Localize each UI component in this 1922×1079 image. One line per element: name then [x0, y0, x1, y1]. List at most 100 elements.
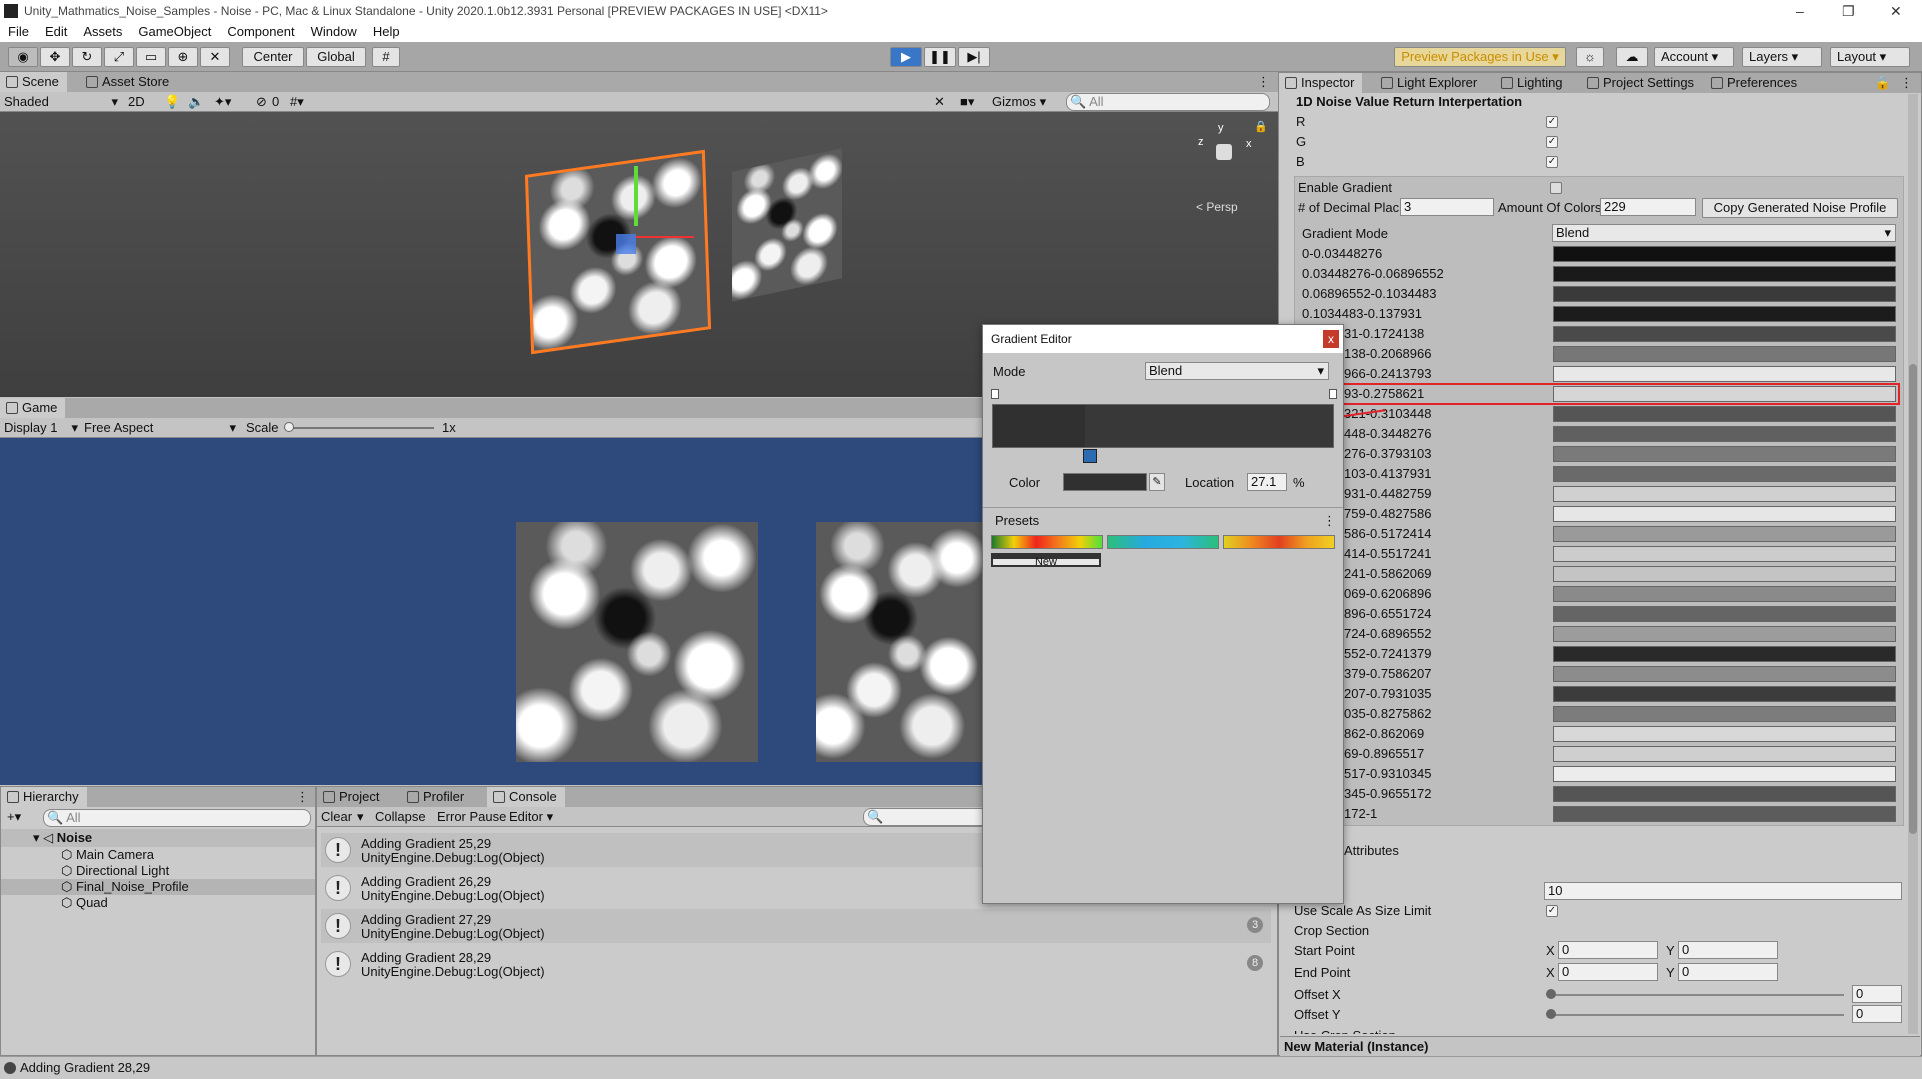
scale-field[interactable]: 10 [1544, 882, 1902, 900]
new-preset-button[interactable]: New [991, 553, 1101, 568]
inspector-menu-icon[interactable]: ⋮ [1900, 73, 1913, 93]
pause-button[interactable]: ❚❚ [924, 47, 956, 67]
tools-icon[interactable]: ✕ [934, 92, 945, 112]
enable-gradient-checkbox[interactable] [1550, 182, 1562, 194]
tab-preferences[interactable]: Preferences [1705, 73, 1805, 93]
layout-dropdown[interactable]: Layout ▾ [1830, 47, 1910, 67]
alpha-key-right[interactable] [1329, 389, 1337, 399]
effects-toggle-icon[interactable]: ✦▾ [214, 92, 231, 112]
add-object-button[interactable]: +▾ [7, 809, 21, 825]
gradient-range-swatch[interactable] [1553, 306, 1896, 322]
tab-hierarchy[interactable]: Hierarchy [1, 787, 87, 807]
gradient-range-swatch[interactable] [1553, 766, 1896, 782]
console-entry[interactable]: ! Adding Gradient 27,29 UnityEngine.Debug:… [321, 909, 1271, 943]
pivot-center-button[interactable]: Center [242, 47, 304, 67]
minimize-button[interactable]: – [1796, 0, 1804, 22]
gizmo-cube[interactable] [1216, 144, 1232, 160]
play-button[interactable]: ▶ [890, 47, 922, 67]
offset-x-thumb[interactable] [1546, 989, 1556, 999]
cloud-icon[interactable]: ☁ [1616, 47, 1648, 67]
gradient-range-swatch[interactable] [1553, 746, 1896, 762]
gradient-range-swatch[interactable] [1553, 686, 1896, 702]
restore-button[interactable]: ❐ [1842, 0, 1855, 22]
inspector-scrollbar[interactable] [1908, 94, 1918, 1034]
aspect-dropdown[interactable]: Free Aspect ▾ [84, 418, 236, 438]
clear-dropdown-icon[interactable]: ▾ [357, 807, 364, 827]
gradient-range-swatch[interactable] [1553, 446, 1896, 462]
gradient-editor-close-button[interactable]: x [1323, 330, 1339, 348]
hierarchy-search-input[interactable]: 🔍 All [43, 809, 311, 827]
gradient-range-swatch[interactable] [1553, 726, 1896, 742]
b-checkbox[interactable]: ✓ [1546, 156, 1558, 168]
scale-tool-icon[interactable]: ⤢ [104, 47, 134, 67]
game-viewport[interactable] [0, 438, 982, 785]
shading-mode-dropdown[interactable]: Shaded ▾ [4, 92, 118, 112]
offset-x-slider[interactable] [1550, 994, 1844, 996]
camera-icon[interactable]: ■▾ [960, 92, 974, 112]
gradient-range-swatch[interactable] [1553, 666, 1896, 682]
tab-inspector[interactable]: Inspector [1279, 73, 1363, 93]
menu-edit[interactable]: Edit [37, 22, 75, 42]
collapse-button[interactable]: Collapse [375, 807, 426, 827]
tab-profiler[interactable]: Profiler [401, 787, 472, 807]
gradient-range-swatch[interactable] [1553, 426, 1896, 442]
gradient-range-swatch[interactable] [1553, 486, 1896, 502]
step-button[interactable]: ▶| [958, 47, 990, 67]
preset-swatch-1[interactable] [991, 535, 1103, 549]
copy-noise-profile-button[interactable]: Copy Generated Noise Profile [1702, 198, 1898, 218]
2d-toggle[interactable]: 2D [128, 92, 145, 112]
scene-search-input[interactable]: 🔍 All [1066, 93, 1270, 111]
eyedropper-icon[interactable]: ✎ [1149, 473, 1165, 491]
start-y-field[interactable]: 0 [1678, 941, 1778, 959]
presets-menu-icon[interactable]: ⋮ [1323, 513, 1336, 529]
tab-project-settings[interactable]: Project Settings [1581, 73, 1702, 93]
menu-file[interactable]: File [0, 22, 37, 42]
grid-toggle-icon[interactable]: #▾ [290, 92, 304, 112]
gradient-range-swatch[interactable] [1553, 546, 1896, 562]
gradient-range-swatch[interactable] [1553, 246, 1896, 262]
decimal-places-field[interactable]: 3 [1400, 198, 1494, 216]
hierarchy-item-directional-light[interactable]: ⬡ Directional Light [61, 863, 169, 879]
y-axis-gizmo[interactable] [634, 166, 638, 226]
gradient-range-swatch[interactable] [1553, 706, 1896, 722]
preset-swatch-3[interactable] [1223, 535, 1335, 549]
perspective-label[interactable]: < Persp [1196, 200, 1238, 214]
menu-window[interactable]: Window [303, 22, 365, 42]
move-tool-icon[interactable]: ✥ [40, 47, 70, 67]
tab-scene[interactable]: Scene [0, 72, 67, 92]
tab-lighting[interactable]: Lighting [1495, 73, 1571, 93]
material-header[interactable]: New Material (Instance) [1280, 1036, 1920, 1056]
mode-dropdown[interactable]: Blend ▾ [1145, 362, 1329, 380]
custom-tool-icon[interactable]: ✕ [200, 47, 230, 67]
hierarchy-root-noise[interactable]: ▾ ◁ Noise [1, 829, 315, 847]
tab-asset-store[interactable]: Asset Store [80, 72, 177, 92]
noise-quad[interactable] [732, 148, 842, 302]
gradient-range-swatch[interactable] [1553, 366, 1896, 382]
menu-help[interactable]: Help [365, 22, 408, 42]
rect-tool-icon[interactable]: ▭ [136, 47, 166, 67]
orientation-gizmo[interactable]: y z x [1192, 122, 1252, 182]
collab-icon[interactable]: ☼ [1576, 47, 1604, 67]
display-dropdown[interactable]: Display 1 ▾ [4, 418, 78, 438]
g-checkbox[interactable]: ✓ [1546, 136, 1558, 148]
start-x-field[interactable]: 0 [1558, 941, 1658, 959]
gradient-mode-dropdown[interactable]: Blend ▾ [1552, 224, 1896, 242]
preview-packages-button[interactable]: Preview Packages in Use ▾ [1394, 47, 1566, 67]
z-axis-gizmo[interactable] [616, 234, 636, 254]
preset-swatch-2[interactable] [1107, 535, 1219, 549]
editor-dropdown[interactable]: Editor ▾ [509, 807, 553, 827]
tab-light-explorer[interactable]: Light Explorer [1375, 73, 1485, 93]
gradient-range-swatch[interactable] [1553, 566, 1896, 582]
transform-tool-icon[interactable]: ⊕ [168, 47, 198, 67]
tab-project[interactable]: Project [317, 787, 387, 807]
menu-gameobject[interactable]: GameObject [130, 22, 219, 42]
view-tool-icon[interactable]: ◉ [8, 47, 38, 67]
gradient-range-swatch[interactable] [1553, 346, 1896, 362]
end-y-field[interactable]: 0 [1678, 963, 1778, 981]
hidden-objects-icon[interactable]: ⊘ [256, 92, 267, 112]
gradient-range-swatch[interactable] [1553, 806, 1896, 822]
hierarchy-item-main-camera[interactable]: ⬡ Main Camera [61, 847, 154, 863]
tab-console[interactable]: Console [487, 787, 565, 807]
location-field[interactable]: 27.1 [1247, 473, 1287, 491]
gradient-range-swatch[interactable] [1553, 526, 1896, 542]
